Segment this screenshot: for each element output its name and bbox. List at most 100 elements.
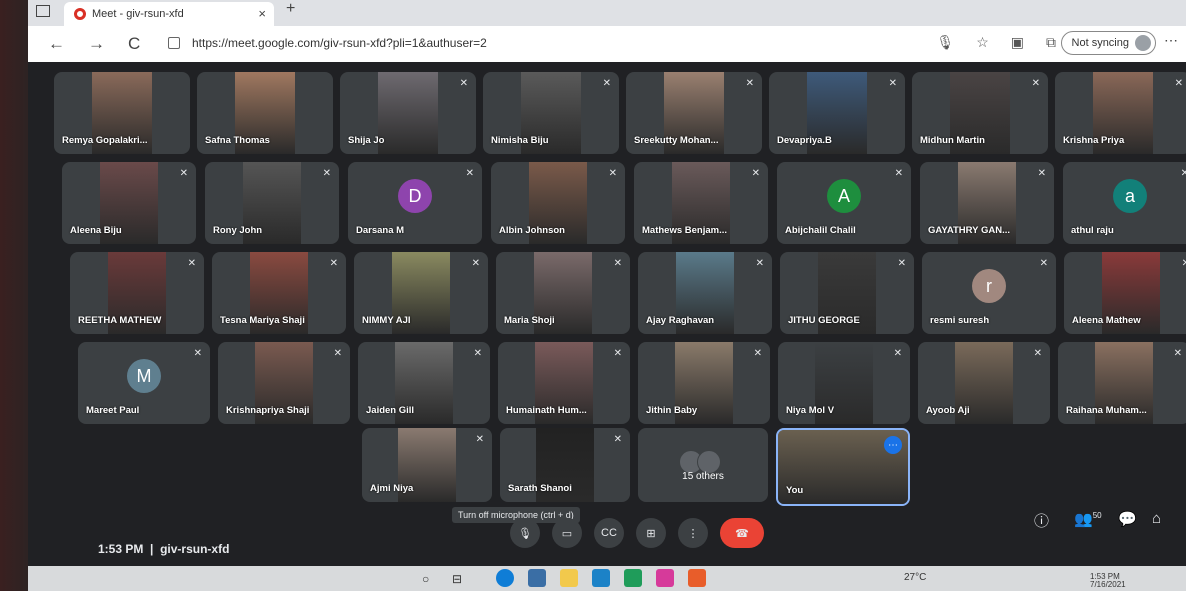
mic-icon[interactable]: 🎙	[510, 518, 540, 548]
participant-tile[interactable]: Mathews Benjam... ✕	[634, 162, 768, 244]
activities-icon[interactable]: ⌂	[1152, 510, 1161, 527]
edge-app-icon[interactable]	[496, 569, 514, 587]
captions-label: CC	[601, 527, 617, 539]
tab-bar: Meet - giv-rsun-xfd × +	[28, 0, 1186, 26]
participant-name: REETHA MATHEW	[78, 315, 162, 326]
participant-tile[interactable]: Raihana Muham... ✕	[1058, 342, 1186, 424]
participant-tile[interactable]: Krishnapriya Shaji ✕	[218, 342, 350, 424]
participant-tile[interactable]: Aleena Biju ✕	[62, 162, 196, 244]
chat-icon[interactable]: 💬	[1118, 510, 1137, 528]
participant-tile[interactable]: D Darsana M ✕	[348, 162, 482, 244]
participant-avatar: a	[1113, 179, 1147, 214]
participant-tile[interactable]: r resmi suresh ✕	[922, 252, 1056, 334]
browser-menu-icon[interactable]: ⋯	[1164, 32, 1178, 49]
explorer-app-icon[interactable]	[560, 569, 578, 587]
participant-tile[interactable]: Maria Shoji ✕	[496, 252, 630, 334]
participant-tile[interactable]: Aleena Mathew ✕	[1064, 252, 1186, 334]
app-icon-orange[interactable]	[688, 569, 706, 587]
participant-name: Sarath Shanoi	[508, 483, 572, 494]
participant-tile[interactable]: Humainath Hum... ✕	[498, 342, 630, 424]
forward-button[interactable]: →	[88, 34, 105, 54]
participant-name: Abijchalil Chalil	[785, 225, 856, 236]
participant-tile[interactable]: Nimisha Biju ✕	[483, 72, 619, 154]
participant-name: Jaiden Gill	[366, 405, 415, 416]
participant-name: athul raju	[1071, 225, 1114, 236]
extension-icon[interactable]: ▣	[1011, 34, 1024, 51]
weather-temp: 27°C	[904, 572, 927, 583]
address-bar-row: ← → C https://meet.google.com/giv-rsun-x…	[28, 26, 1186, 62]
tab-close-icon[interactable]: ×	[258, 6, 266, 21]
meeting-separator: |	[150, 542, 154, 556]
participant-tile[interactable]: GAYATHRY GAN... ✕	[920, 162, 1054, 244]
task-view-icon[interactable]: ⊟	[452, 572, 462, 586]
participant-tile[interactable]: Niya Mol V ✕	[778, 342, 910, 424]
collections-icon[interactable]: ⧉	[1046, 34, 1056, 51]
mic-off-icon: ✕	[894, 168, 903, 179]
new-tab-button[interactable]: +	[286, 0, 295, 18]
back-button[interactable]: ←	[48, 34, 65, 54]
participant-tile[interactable]: Tesna Mariya Shaji ✕	[212, 252, 346, 334]
participant-tile[interactable]: REETHA MATHEW ✕	[70, 252, 204, 334]
participant-tile[interactable]: Ajmi Niya ✕	[362, 428, 492, 502]
app-icon-pink[interactable]	[656, 569, 674, 587]
meeting-info: 1:53 PM | giv-rsun-xfd	[98, 542, 229, 556]
participant-tile[interactable]: Rony John ✕	[205, 162, 339, 244]
participant-avatar: A	[827, 179, 861, 214]
participant-tile[interactable]: Shija Jo ✕	[340, 72, 476, 154]
participant-tile[interactable]: Jithin Baby ✕	[638, 342, 770, 424]
participant-tile[interactable]: NIMMY AJI ✕	[354, 252, 488, 334]
mic-off-icon: ✕	[613, 348, 622, 359]
mic-off-icon: ✕	[602, 78, 611, 89]
participant-name: Raihana Muham...	[1066, 405, 1147, 416]
self-name: You	[786, 485, 804, 496]
participant-name: Mathews Benjam...	[642, 225, 727, 236]
self-view-tile[interactable]: You ⋯	[776, 428, 910, 506]
participant-tile[interactable]: A Abijchalil Chalil ✕	[777, 162, 911, 244]
info-icon[interactable]: ⓘ	[1034, 510, 1049, 531]
participant-tile[interactable]: Ajay Raghavan ✕	[638, 252, 772, 334]
participant-tile[interactable]: a athul raju ✕	[1063, 162, 1186, 244]
participant-tile[interactable]: M Mareet Paul ✕	[78, 342, 210, 424]
mic-off-icon: ✕	[1180, 168, 1186, 179]
participant-tile[interactable]: Midhun Martin ✕	[912, 72, 1048, 154]
tile-options-icon[interactable]: ⋯	[884, 436, 902, 454]
address-bar-icons: 🎙 ☆ ▣ ⧉	[936, 34, 1056, 51]
others-tile[interactable]: 15 others	[638, 428, 768, 502]
participant-tile[interactable]: Sreekutty Mohan... ✕	[626, 72, 762, 154]
people-count: 50	[1092, 511, 1102, 520]
participant-name: Aleena Biju	[70, 225, 122, 236]
participant-tile[interactable]: JITHU GEORGE ✕	[780, 252, 914, 334]
participant-name: Ajmi Niya	[370, 483, 414, 494]
store-app-icon[interactable]	[528, 569, 546, 587]
participant-tile[interactable]: Ayoob Aji ✕	[918, 342, 1050, 424]
captions-icon[interactable]: CC	[594, 518, 624, 548]
mic-off-icon: ✕	[1174, 78, 1183, 89]
mic-indicator-icon[interactable]: 🎙	[936, 34, 954, 51]
participant-tile[interactable]: Jaiden Gill ✕	[358, 342, 490, 424]
mic-off-icon: ✕	[1181, 258, 1186, 269]
search-icon[interactable]: ○	[422, 572, 429, 586]
participant-tile[interactable]: Krishna Priya ✕	[1055, 72, 1186, 154]
participant-video	[378, 72, 438, 154]
participant-name: Albin Johnson	[499, 225, 565, 236]
mail-app-icon[interactable]	[592, 569, 610, 587]
tab-actions-icon[interactable]	[36, 5, 50, 17]
people-icon[interactable]: 👥50	[1074, 510, 1102, 528]
present-icon[interactable]: ⊞	[636, 518, 666, 548]
participant-tile[interactable]: Sarath Shanoi ✕	[500, 428, 630, 502]
more-options-icon[interactable]: ⋮	[678, 518, 708, 548]
participant-tile[interactable]: Remya Gopalakri...	[54, 72, 190, 154]
participant-avatar: M	[127, 359, 161, 394]
participant-tile[interactable]: Devapriya.B ✕	[769, 72, 905, 154]
end-call-icon[interactable]: ☎	[720, 518, 764, 548]
participant-name: Maria Shoji	[504, 315, 555, 326]
reload-button[interactable]: C	[128, 34, 140, 54]
app-icon-green[interactable]	[624, 569, 642, 587]
url-field[interactable]: https://meet.google.com/giv-rsun-xfd?pli…	[168, 31, 868, 55]
favorite-star-icon[interactable]: ☆	[976, 34, 989, 51]
camera-icon[interactable]: ▭	[552, 518, 582, 548]
tab-meet[interactable]: Meet - giv-rsun-xfd ×	[64, 2, 274, 26]
participant-tile[interactable]: Albin Johnson ✕	[491, 162, 625, 244]
profile-sync-button[interactable]: Not syncing	[1060, 31, 1156, 55]
participant-tile[interactable]: Safna Thomas	[197, 72, 333, 154]
